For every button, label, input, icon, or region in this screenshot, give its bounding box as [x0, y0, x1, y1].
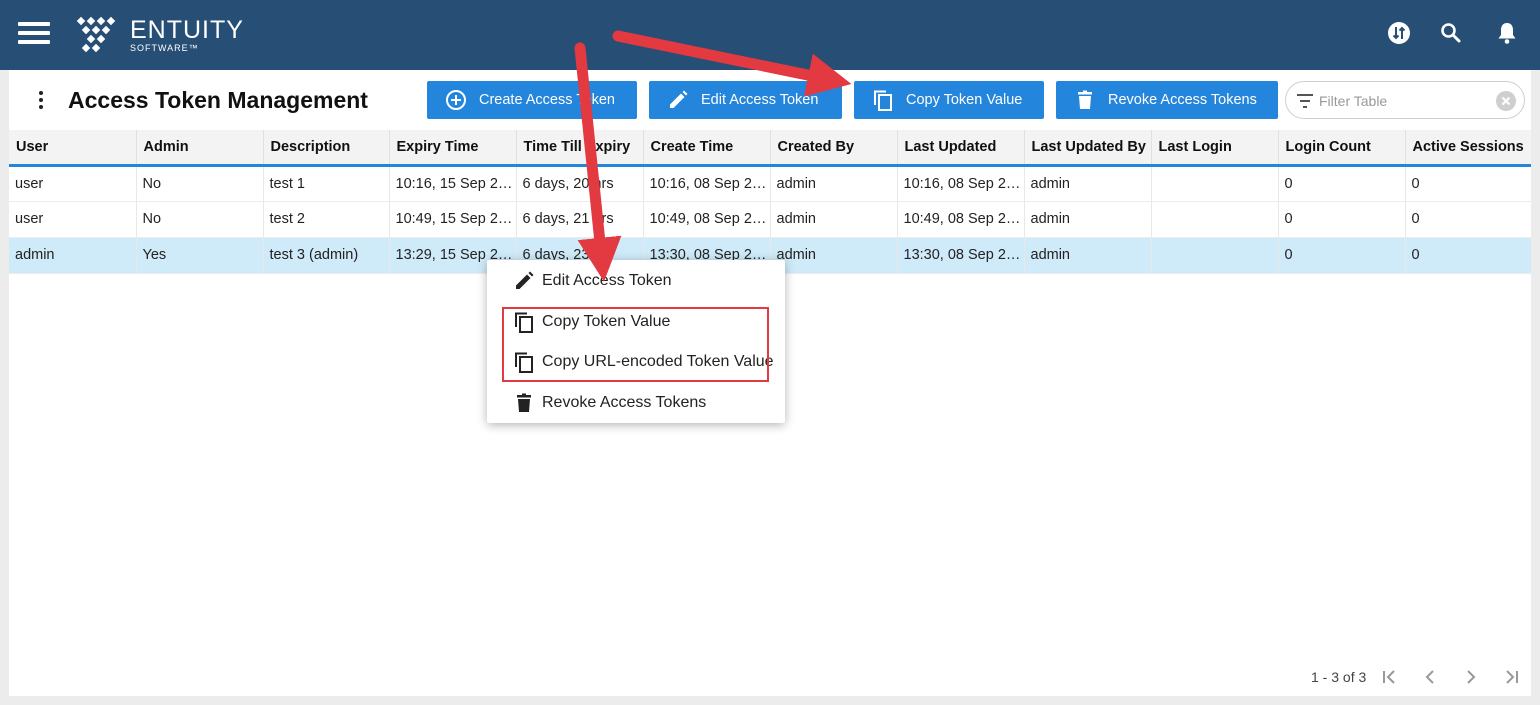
column-header[interactable]: Admin	[136, 130, 264, 167]
table-cell: 6 days, 21 hrs	[516, 201, 644, 238]
context-menu-item-label: Edit Access Token	[542, 272, 672, 289]
last-page-icon[interactable]	[1500, 665, 1524, 689]
table-cell: No	[136, 201, 264, 238]
column-header[interactable]: Create Time	[643, 130, 771, 167]
context-menu-item-label: Copy URL-encoded Token Value	[542, 353, 774, 370]
copy-token-value-button[interactable]: Copy Token Value	[854, 81, 1044, 119]
context-menu-revoke-access-tokens[interactable]: Revoke Access Tokens	[487, 384, 785, 422]
table-body: user No test 1 10:16, 15 Sep 2… 6 days, 20 h…	[9, 165, 1531, 274]
context-menu: Edit Access Token Copy Token Value Copy …	[487, 260, 785, 423]
logo-mark-icon	[76, 16, 116, 53]
table-header: User Admin Description Expiry Time Time Till…	[9, 130, 1531, 167]
add-circle-icon	[446, 90, 466, 110]
copy-icon	[874, 90, 892, 111]
filter-table-field[interactable]	[1285, 81, 1525, 119]
pagination: 1 - 3 of 3	[1311, 664, 1526, 690]
table-row[interactable]: user No test 2 10:49, 15 Sep 2… 6 days, 21 h…	[9, 201, 1531, 238]
brand-subtitle: SOFTWARE™	[130, 43, 199, 53]
copy-token-value-label: Copy Token Value	[906, 92, 1023, 108]
header-row: User Admin Description Expiry Time Time Till…	[9, 130, 1531, 167]
table-cell: admin	[770, 165, 898, 202]
trash-icon	[1078, 90, 1092, 109]
pencil-icon	[670, 90, 688, 108]
revoke-access-tokens-button[interactable]: Revoke Access Tokens	[1056, 81, 1278, 119]
trash-icon	[517, 393, 531, 412]
bell-icon[interactable]	[1494, 20, 1520, 46]
access-token-table: User Admin Description Expiry Time Time Till…	[9, 130, 1531, 274]
menu-icon[interactable]	[18, 22, 50, 44]
create-access-token-button[interactable]: Create Access Token	[427, 81, 637, 119]
brand-name: ENTUITY	[130, 16, 244, 44]
table-cell: 10:16, 15 Sep 2…	[389, 165, 517, 202]
table-cell: Yes	[136, 237, 264, 274]
table-cell: admin	[770, 237, 898, 274]
page-title: Access Token Management	[68, 87, 368, 113]
column-header[interactable]: Last Updated	[897, 130, 1025, 167]
sync-icon[interactable]	[1386, 20, 1412, 46]
top-bar: ENTUITY SOFTWARE™	[0, 0, 1540, 70]
table-cell: 10:16, 08 Sep 2…	[643, 165, 771, 202]
table-cell: test 3 (admin)	[263, 237, 390, 274]
filter-icon	[1297, 94, 1313, 108]
table-cell: 0	[1278, 237, 1406, 274]
create-access-token-label: Create Access Token	[479, 92, 615, 108]
table-cell	[1151, 201, 1279, 238]
table-cell: test 2	[263, 201, 390, 238]
column-header[interactable]: Expiry Time	[389, 130, 517, 167]
pencil-icon	[516, 271, 534, 289]
clear-filter-icon[interactable]	[1496, 91, 1516, 111]
column-header[interactable]: Active Sessions	[1405, 130, 1531, 167]
table-cell: 10:16, 08 Sep 2…	[897, 165, 1025, 202]
pagination-range: 1 - 3 of 3	[1311, 669, 1367, 685]
column-header[interactable]: Time Till Expiry	[516, 130, 644, 167]
column-header[interactable]: Login Count	[1278, 130, 1406, 167]
edit-access-token-label: Edit Access Token	[701, 92, 819, 108]
edit-access-token-button[interactable]: Edit Access Token	[649, 81, 842, 119]
table-cell: 6 days, 20 hrs	[516, 165, 644, 202]
table-cell: admin	[1024, 201, 1152, 238]
previous-page-icon[interactable]	[1418, 665, 1442, 689]
context-menu-edit-access-token[interactable]: Edit Access Token	[487, 262, 785, 300]
table-cell: user	[9, 165, 137, 202]
next-page-icon[interactable]	[1459, 665, 1483, 689]
table-cell: 10:49, 08 Sep 2…	[897, 201, 1025, 238]
table-cell: 0	[1405, 237, 1531, 274]
table-cell: No	[136, 165, 264, 202]
table-cell: 0	[1405, 165, 1531, 202]
table-cell: 13:30, 08 Sep 2…	[897, 237, 1025, 274]
context-menu-item-label: Revoke Access Tokens	[542, 394, 707, 411]
first-page-icon[interactable]	[1377, 665, 1401, 689]
table-cell: user	[9, 201, 137, 238]
table-cell: admin	[1024, 165, 1152, 202]
table-cell: 10:49, 15 Sep 2…	[389, 201, 517, 238]
context-menu-item-label: Copy Token Value	[542, 313, 671, 330]
copy-icon	[515, 352, 533, 373]
table-cell: 0	[1278, 165, 1406, 202]
table-cell: 0	[1278, 201, 1406, 238]
context-menu-copy-url-encoded-token-value[interactable]: Copy URL-encoded Token Value	[487, 343, 785, 381]
entuity-logo[interactable]: ENTUITY SOFTWARE™	[72, 14, 252, 58]
more-options-icon[interactable]	[35, 91, 47, 111]
table-cell: admin	[770, 201, 898, 238]
table-cell: 0	[1405, 201, 1531, 238]
table-cell: test 1	[263, 165, 390, 202]
column-header[interactable]: Created By	[770, 130, 898, 167]
filter-table-input[interactable]	[1319, 90, 1489, 112]
column-header[interactable]: Description	[263, 130, 390, 167]
column-header[interactable]: User	[9, 130, 137, 167]
revoke-access-tokens-label: Revoke Access Tokens	[1108, 92, 1257, 108]
column-header[interactable]: Last Updated By	[1024, 130, 1152, 167]
search-icon[interactable]	[1438, 20, 1464, 46]
copy-icon	[515, 312, 533, 333]
title-bar: Access Token Management Create Access To…	[9, 70, 1531, 130]
table-cell: admin	[9, 237, 137, 274]
table-cell: admin	[1024, 237, 1152, 274]
table-cell	[1151, 165, 1279, 202]
column-header[interactable]: Last Login	[1151, 130, 1279, 167]
table-row[interactable]: user No test 1 10:16, 15 Sep 2… 6 days, 20 h…	[9, 165, 1531, 202]
table-cell	[1151, 237, 1279, 274]
table-cell: 10:49, 08 Sep 2…	[643, 201, 771, 238]
context-menu-copy-token-value[interactable]: Copy Token Value	[487, 303, 785, 341]
